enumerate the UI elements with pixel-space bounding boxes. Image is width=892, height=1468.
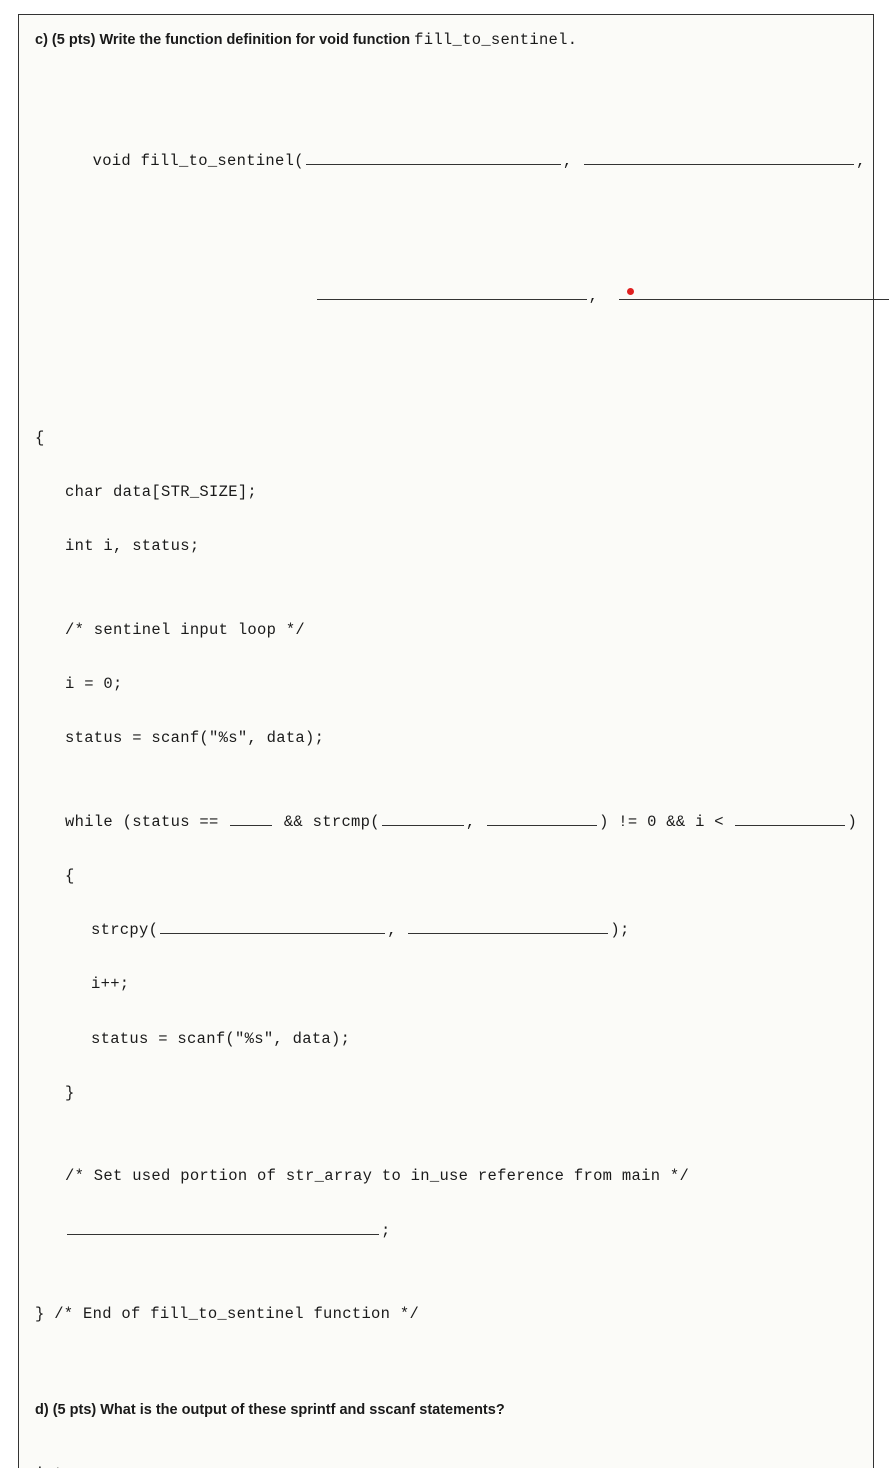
question-c-text: c) (5 pts) Write the function definition… xyxy=(35,32,414,48)
while-a: while (status == xyxy=(65,813,228,831)
while-e: ) xyxy=(847,813,857,831)
while-d: ) != 0 && i < xyxy=(599,813,733,831)
while-c: , xyxy=(466,813,485,831)
decl-char: char data[STR_SIZE]; xyxy=(35,479,857,506)
comment-set: /* Set used portion of str_array to in_u… xyxy=(35,1163,857,1190)
end-comment: } /* End of fill_to_sentinel function */ xyxy=(35,1301,857,1328)
strcpy-line: strcpy(, ); xyxy=(35,917,857,944)
while-b: && strcmp( xyxy=(274,813,380,831)
decl-int: int i, status; xyxy=(35,533,857,560)
worksheet-page: c) (5 pts) Write the function definition… xyxy=(18,14,874,1468)
blank-param-2[interactable] xyxy=(584,150,854,164)
status2-line: status = scanf("%s", data); xyxy=(35,1026,857,1053)
inner-brace-open: { xyxy=(35,863,857,890)
blank-strcmp-1[interactable] xyxy=(382,811,464,825)
blank-final-stmt[interactable] xyxy=(67,1220,379,1234)
func-name: fill_to_sentinel. xyxy=(414,31,577,49)
final-blank-line: ; xyxy=(35,1218,857,1245)
brace-open: { xyxy=(35,425,857,452)
sep-3: , xyxy=(589,287,599,305)
blank-param-3[interactable] xyxy=(317,286,587,300)
question-c-heading: c) (5 pts) Write the function definition… xyxy=(35,29,857,52)
while-line: while (status == && strcmp(, ) != 0 && i… xyxy=(35,809,857,836)
function-prototype: void fill_to_sentinel(, , , ) xyxy=(35,66,857,392)
question-d-heading: d) (5 pts) What is the output of these s… xyxy=(35,1400,857,1422)
strcpy-a: strcpy( xyxy=(91,921,158,939)
blank-param-1[interactable] xyxy=(306,150,561,164)
blank-while-2[interactable] xyxy=(735,811,845,825)
d-l1: int course_num; xyxy=(35,1461,857,1468)
blank-strcpy-2[interactable] xyxy=(408,920,608,934)
proto-line-2: , ) xyxy=(35,256,857,337)
strcpy-c: ); xyxy=(610,921,629,939)
strcpy-b: , xyxy=(387,921,406,939)
assign-status: status = scanf("%s", data); xyxy=(35,725,857,752)
part-d-code: int course_num; char course_dept[STR_SIZ… xyxy=(35,1434,857,1468)
sep-1: , xyxy=(563,152,573,170)
inner-brace-close: } xyxy=(35,1080,857,1107)
sep-2: , xyxy=(856,152,866,170)
blank-while-1[interactable] xyxy=(230,811,272,825)
blank-strcpy-1[interactable] xyxy=(160,920,385,934)
comment-loop: /* sentinel input loop */ xyxy=(35,617,857,644)
proto-text-1: void fill_to_sentinel( xyxy=(93,152,304,170)
final-semi: ; xyxy=(381,1222,391,1240)
function-body: { char data[STR_SIZE]; int i, status; /*… xyxy=(35,398,857,1383)
assign-i: i = 0; xyxy=(35,671,857,698)
dot-icon xyxy=(627,288,634,295)
blank-param-4[interactable] xyxy=(619,286,889,300)
ipp-line: i++; xyxy=(35,971,857,998)
blank-strcmp-2[interactable] xyxy=(487,811,597,825)
proto-line-1: void fill_to_sentinel(, , xyxy=(35,121,857,202)
